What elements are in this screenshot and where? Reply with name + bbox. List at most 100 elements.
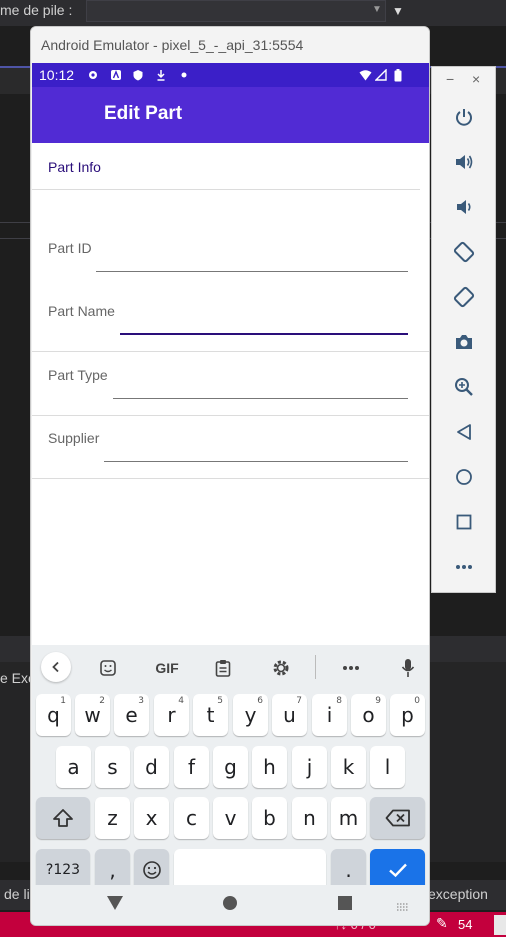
page-title: Edit Part xyxy=(104,103,183,124)
key-r[interactable]: r4 xyxy=(154,694,189,736)
supplier-label: Supplier xyxy=(48,430,100,446)
row-divider xyxy=(32,478,429,479)
key-d[interactable]: d xyxy=(134,746,169,788)
key-y[interactable]: y6 xyxy=(233,694,268,736)
battery-icon xyxy=(391,68,405,82)
part-type-label: Part Type xyxy=(48,367,108,383)
key-z[interactable]: z xyxy=(95,797,130,839)
camera-icon[interactable] xyxy=(450,328,478,356)
checkmark-icon xyxy=(388,863,407,878)
android-nav-bar xyxy=(32,885,429,925)
key-u[interactable]: u7 xyxy=(272,694,307,736)
clipboard-icon[interactable] xyxy=(210,655,236,681)
keyboard-switch-icon[interactable] xyxy=(396,899,410,917)
key-x[interactable]: x xyxy=(134,797,169,839)
backspace-icon xyxy=(385,809,410,827)
key-label: t xyxy=(206,703,215,727)
key-t[interactable]: t5 xyxy=(193,694,228,736)
key-hint: 2 xyxy=(99,696,105,706)
key-f[interactable]: f xyxy=(174,746,209,788)
key-hint: 5 xyxy=(217,696,223,706)
chevron-down-icon[interactable]: ▼ xyxy=(372,4,382,15)
key-c[interactable]: c xyxy=(174,797,209,839)
key-n[interactable]: n xyxy=(292,797,327,839)
status-time: 10:12 xyxy=(39,67,75,83)
key-i[interactable]: i8 xyxy=(312,694,347,736)
key-s[interactable]: s xyxy=(95,746,130,788)
key-label: q xyxy=(47,703,60,727)
key-v[interactable]: v xyxy=(213,797,248,839)
rotate-right-icon[interactable] xyxy=(450,283,478,311)
key-k[interactable]: k xyxy=(331,746,366,788)
key-label: e xyxy=(125,703,138,727)
recents-square-icon[interactable] xyxy=(338,896,352,915)
home-circle-icon[interactable] xyxy=(222,895,238,916)
back-icon[interactable] xyxy=(450,418,478,446)
rotate-left-icon[interactable] xyxy=(450,238,478,266)
key-g[interactable]: g xyxy=(213,746,248,788)
toolbar-divider xyxy=(315,655,316,679)
key-w[interactable]: w2 xyxy=(75,694,110,736)
key-hint: 3 xyxy=(138,696,144,706)
key-m[interactable]: m xyxy=(331,797,366,839)
microphone-icon[interactable] xyxy=(395,655,421,681)
part-type-input[interactable] xyxy=(113,398,408,399)
shift-key[interactable] xyxy=(36,797,90,839)
part-name-input[interactable] xyxy=(120,333,408,335)
ide-stack-combobox[interactable] xyxy=(86,0,386,22)
shift-icon xyxy=(53,809,73,827)
section-divider xyxy=(32,189,420,190)
row-divider xyxy=(32,351,429,352)
minimize-icon[interactable]: − xyxy=(446,71,454,87)
key-b[interactable]: b xyxy=(252,797,287,839)
phone-screen: 10:12 Edit Part Part Info Part ID Part N… xyxy=(32,63,429,925)
dropdown-icon[interactable]: ▼ xyxy=(392,4,404,18)
overview-icon[interactable] xyxy=(450,508,478,536)
sticker-icon[interactable] xyxy=(95,655,121,681)
back-triangle-icon[interactable] xyxy=(106,895,124,916)
more-options-icon[interactable] xyxy=(338,655,364,681)
part-id-label: Part ID xyxy=(48,240,92,256)
gif-button[interactable]: GIF xyxy=(150,655,184,681)
key-h[interactable]: h xyxy=(252,746,287,788)
soft-keyboard: GIF q1 w2 e3 r4 t5 y6 u 7 i 8 o 9 p 0 a … xyxy=(32,645,429,925)
key-label: p xyxy=(401,703,414,727)
power-icon[interactable] xyxy=(450,103,478,131)
key-label: o xyxy=(362,703,375,727)
ide-count: 54 xyxy=(458,917,473,932)
volume-down-icon[interactable] xyxy=(450,193,478,221)
home-icon[interactable] xyxy=(450,463,478,491)
key-a[interactable]: a xyxy=(56,746,91,788)
more-icon[interactable] xyxy=(450,553,478,581)
ide-tab-label[interactable]: exception xyxy=(428,886,488,902)
app-a-icon xyxy=(109,68,123,82)
backspace-key[interactable] xyxy=(370,797,425,839)
download-icon xyxy=(154,68,168,82)
emulator-titlebar[interactable]: Android Emulator - pixel_5_-_api_31:5554 xyxy=(31,27,429,63)
part-name-label: Part Name xyxy=(48,303,115,319)
zoom-icon[interactable] xyxy=(450,373,478,401)
chevron-left-icon[interactable] xyxy=(41,652,71,682)
supplier-input[interactable] xyxy=(104,461,408,462)
close-icon[interactable]: × xyxy=(472,71,480,87)
key-p[interactable]: p0 xyxy=(390,694,425,736)
key-hint: 6 xyxy=(257,696,263,706)
key-l[interactable]: l xyxy=(370,746,405,788)
key-hint: 7 xyxy=(296,696,302,706)
key-q[interactable]: q1 xyxy=(36,694,71,736)
key-label: w xyxy=(84,703,101,727)
part-id-input[interactable] xyxy=(96,271,408,272)
volume-up-icon[interactable] xyxy=(450,148,478,176)
row-divider xyxy=(32,415,429,416)
key-o[interactable]: o9 xyxy=(351,694,386,736)
key-label: i xyxy=(326,703,333,727)
key-j[interactable]: j xyxy=(292,746,327,788)
emulator-title: Android Emulator - pixel_5_-_api_31:5554 xyxy=(41,37,304,53)
gear-icon[interactable] xyxy=(268,655,294,681)
ide-tab-label[interactable]: de li xyxy=(4,886,30,902)
key-label: u xyxy=(283,703,296,727)
shield-icon xyxy=(131,68,145,82)
key-e[interactable]: e3 xyxy=(114,694,149,736)
app-bar: Edit Part xyxy=(32,87,429,143)
emulator-window: Android Emulator - pixel_5_-_api_31:5554… xyxy=(30,26,430,926)
